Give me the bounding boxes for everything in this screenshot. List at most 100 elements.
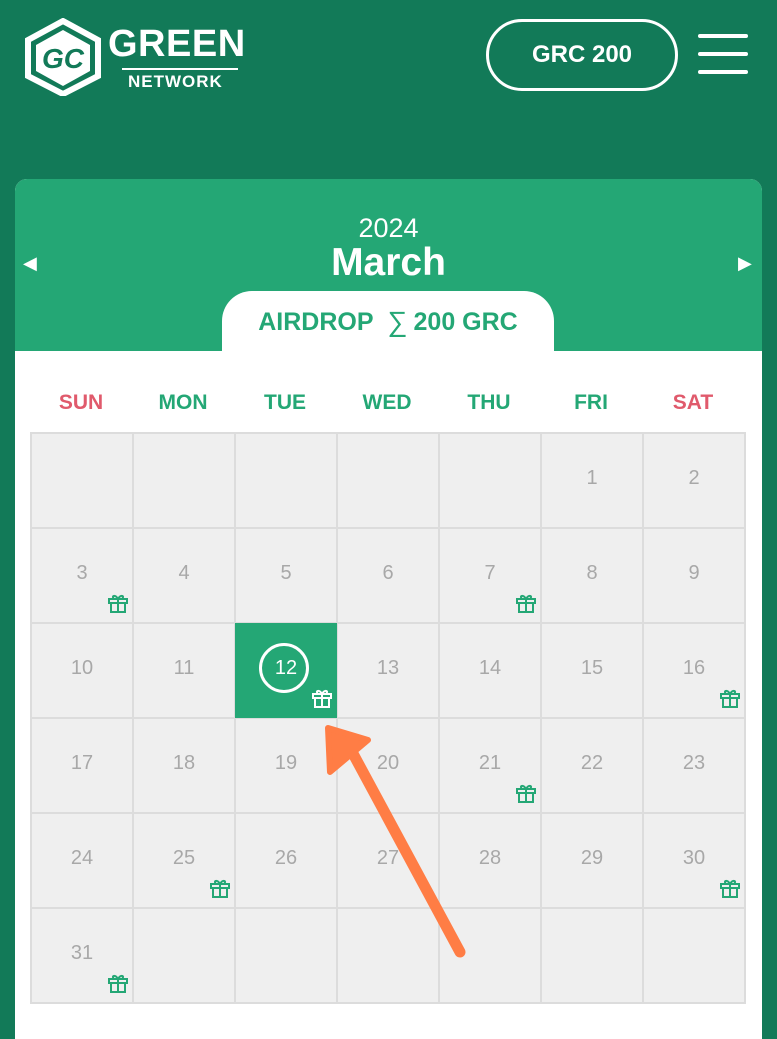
day-number: 10: [70, 657, 94, 679]
calendar-day-23[interactable]: 23: [643, 718, 745, 813]
calendar-day-9[interactable]: 9: [643, 528, 745, 623]
calendar-day-empty: [439, 908, 541, 1003]
calendar-day-29[interactable]: 29: [541, 813, 643, 908]
calendar-day-24[interactable]: 24: [31, 813, 133, 908]
day-number: 17: [70, 752, 94, 774]
weekday-header: SUN MON TUE WED THU FRI SAT: [30, 391, 744, 421]
calendar-day-1[interactable]: 1: [541, 433, 643, 528]
calendar-day-2[interactable]: 2: [643, 433, 745, 528]
day-number: 18: [172, 752, 196, 774]
day-number: 5: [280, 562, 292, 584]
day-number: 21: [478, 752, 502, 774]
calendar-day-28[interactable]: 28: [439, 813, 541, 908]
calendar-day-16[interactable]: 16: [643, 623, 745, 718]
day-number: 27: [376, 847, 400, 869]
calendar-day-25[interactable]: 25: [133, 813, 235, 908]
day-number: 3: [76, 562, 88, 584]
calendar-day-empty: [133, 908, 235, 1003]
calendar-day-4[interactable]: 4: [133, 528, 235, 623]
calendar-day-10[interactable]: 10: [31, 623, 133, 718]
calendar-day-20[interactable]: 20: [337, 718, 439, 813]
day-number: 24: [70, 847, 94, 869]
calendar-day-empty: [643, 908, 745, 1003]
weekday-sat: SAT: [672, 391, 714, 414]
logo-title: GREEN: [108, 23, 246, 65]
hamburger-menu-icon[interactable]: [698, 32, 748, 78]
weekday-sun: SUN: [58, 391, 104, 414]
calendar-day-grid: 1 2 3 4 5 6 7 8 9 10 11 12 13 14 15 16 17 18 19 20 21 22 23 24 2…: [30, 432, 746, 1004]
airdrop-total: 200 GRC: [413, 307, 518, 336]
airdrop-total-tab[interactable]: AIRDROP ∑ 200 GRC: [222, 291, 554, 353]
day-number: 29: [580, 847, 604, 869]
day-number: 31: [70, 942, 94, 964]
calendar-day-12[interactable]: 12: [235, 623, 337, 718]
calendar-day-empty: [133, 433, 235, 528]
gift-icon: [107, 592, 129, 614]
calendar-day-3[interactable]: 3: [31, 528, 133, 623]
day-number: 14: [478, 657, 502, 679]
calendar-day-13[interactable]: 13: [337, 623, 439, 718]
weekday-thu: THU: [467, 391, 511, 414]
gift-icon: [311, 687, 333, 709]
next-month-icon[interactable]: ▶: [738, 253, 752, 273]
day-number: 8: [586, 562, 598, 584]
calendar-day-5[interactable]: 5: [235, 528, 337, 623]
day-number: 4: [178, 562, 190, 584]
gift-icon: [719, 877, 741, 899]
calendar-day-empty: [541, 908, 643, 1003]
weekday-mon: MON: [158, 391, 208, 414]
day-number: 2: [688, 467, 700, 489]
calendar-day-11[interactable]: 11: [133, 623, 235, 718]
calendar-day-22[interactable]: 22: [541, 718, 643, 813]
calendar-day-8[interactable]: 8: [541, 528, 643, 623]
day-number: 19: [274, 752, 298, 774]
calendar-day-30[interactable]: 30: [643, 813, 745, 908]
grc-balance-button[interactable]: GRC 200: [486, 19, 678, 91]
calendar-day-empty: [235, 433, 337, 528]
airdrop-label: AIRDROP: [258, 307, 374, 336]
day-number: 16: [682, 657, 706, 679]
day-number: 25: [172, 847, 196, 869]
day-number: 20: [376, 752, 400, 774]
day-number: 1: [586, 467, 598, 489]
calendar-day-27[interactable]: 27: [337, 813, 439, 908]
gift-icon: [515, 782, 537, 804]
svg-text:GC: GC: [42, 43, 85, 74]
day-number: 23: [682, 752, 706, 774]
calendar-day-19[interactable]: 19: [235, 718, 337, 813]
calendar-day-7[interactable]: 7: [439, 528, 541, 623]
weekday-wed: WED: [362, 391, 412, 414]
calendar-day-26[interactable]: 26: [235, 813, 337, 908]
airdrop-calendar-card: ◀ 2024 March ▶ AIRDROP ∑ 200 GRC SUN MON…: [15, 179, 762, 1039]
calendar-day-15[interactable]: 15: [541, 623, 643, 718]
sigma-icon: ∑: [387, 306, 408, 337]
day-number: 28: [478, 847, 502, 869]
calendar-day-empty: [337, 908, 439, 1003]
gift-icon: [107, 972, 129, 994]
calendar-day-empty: [235, 908, 337, 1003]
day-number: 13: [376, 657, 400, 679]
calendar-month: March: [331, 241, 446, 284]
green-network-logo[interactable]: GC GREEN NETWORK: [22, 18, 245, 96]
calendar-day-6[interactable]: 6: [337, 528, 439, 623]
gift-icon: [209, 877, 231, 899]
day-number: 11: [173, 657, 195, 679]
calendar-day-empty: [439, 433, 541, 528]
calendar-header: ◀ 2024 March ▶ AIRDROP ∑ 200 GRC: [15, 179, 762, 353]
calendar-day-14[interactable]: 14: [439, 623, 541, 718]
day-number: 9: [688, 562, 700, 584]
day-number: 6: [382, 562, 394, 584]
gift-icon: [515, 592, 537, 614]
day-number: 12: [274, 657, 298, 679]
logo-divider: [122, 68, 238, 70]
logo-subtitle: NETWORK: [128, 72, 223, 91]
calendar-day-21[interactable]: 21: [439, 718, 541, 813]
calendar-day-18[interactable]: 18: [133, 718, 235, 813]
gift-icon: [719, 687, 741, 709]
day-number: 7: [484, 562, 496, 584]
calendar-day-17[interactable]: 17: [31, 718, 133, 813]
calendar-day-31[interactable]: 31: [31, 908, 133, 1003]
day-number: 22: [580, 752, 604, 774]
day-number: 30: [682, 847, 706, 869]
app-header: GC GREEN NETWORK GRC 200: [0, 0, 777, 120]
